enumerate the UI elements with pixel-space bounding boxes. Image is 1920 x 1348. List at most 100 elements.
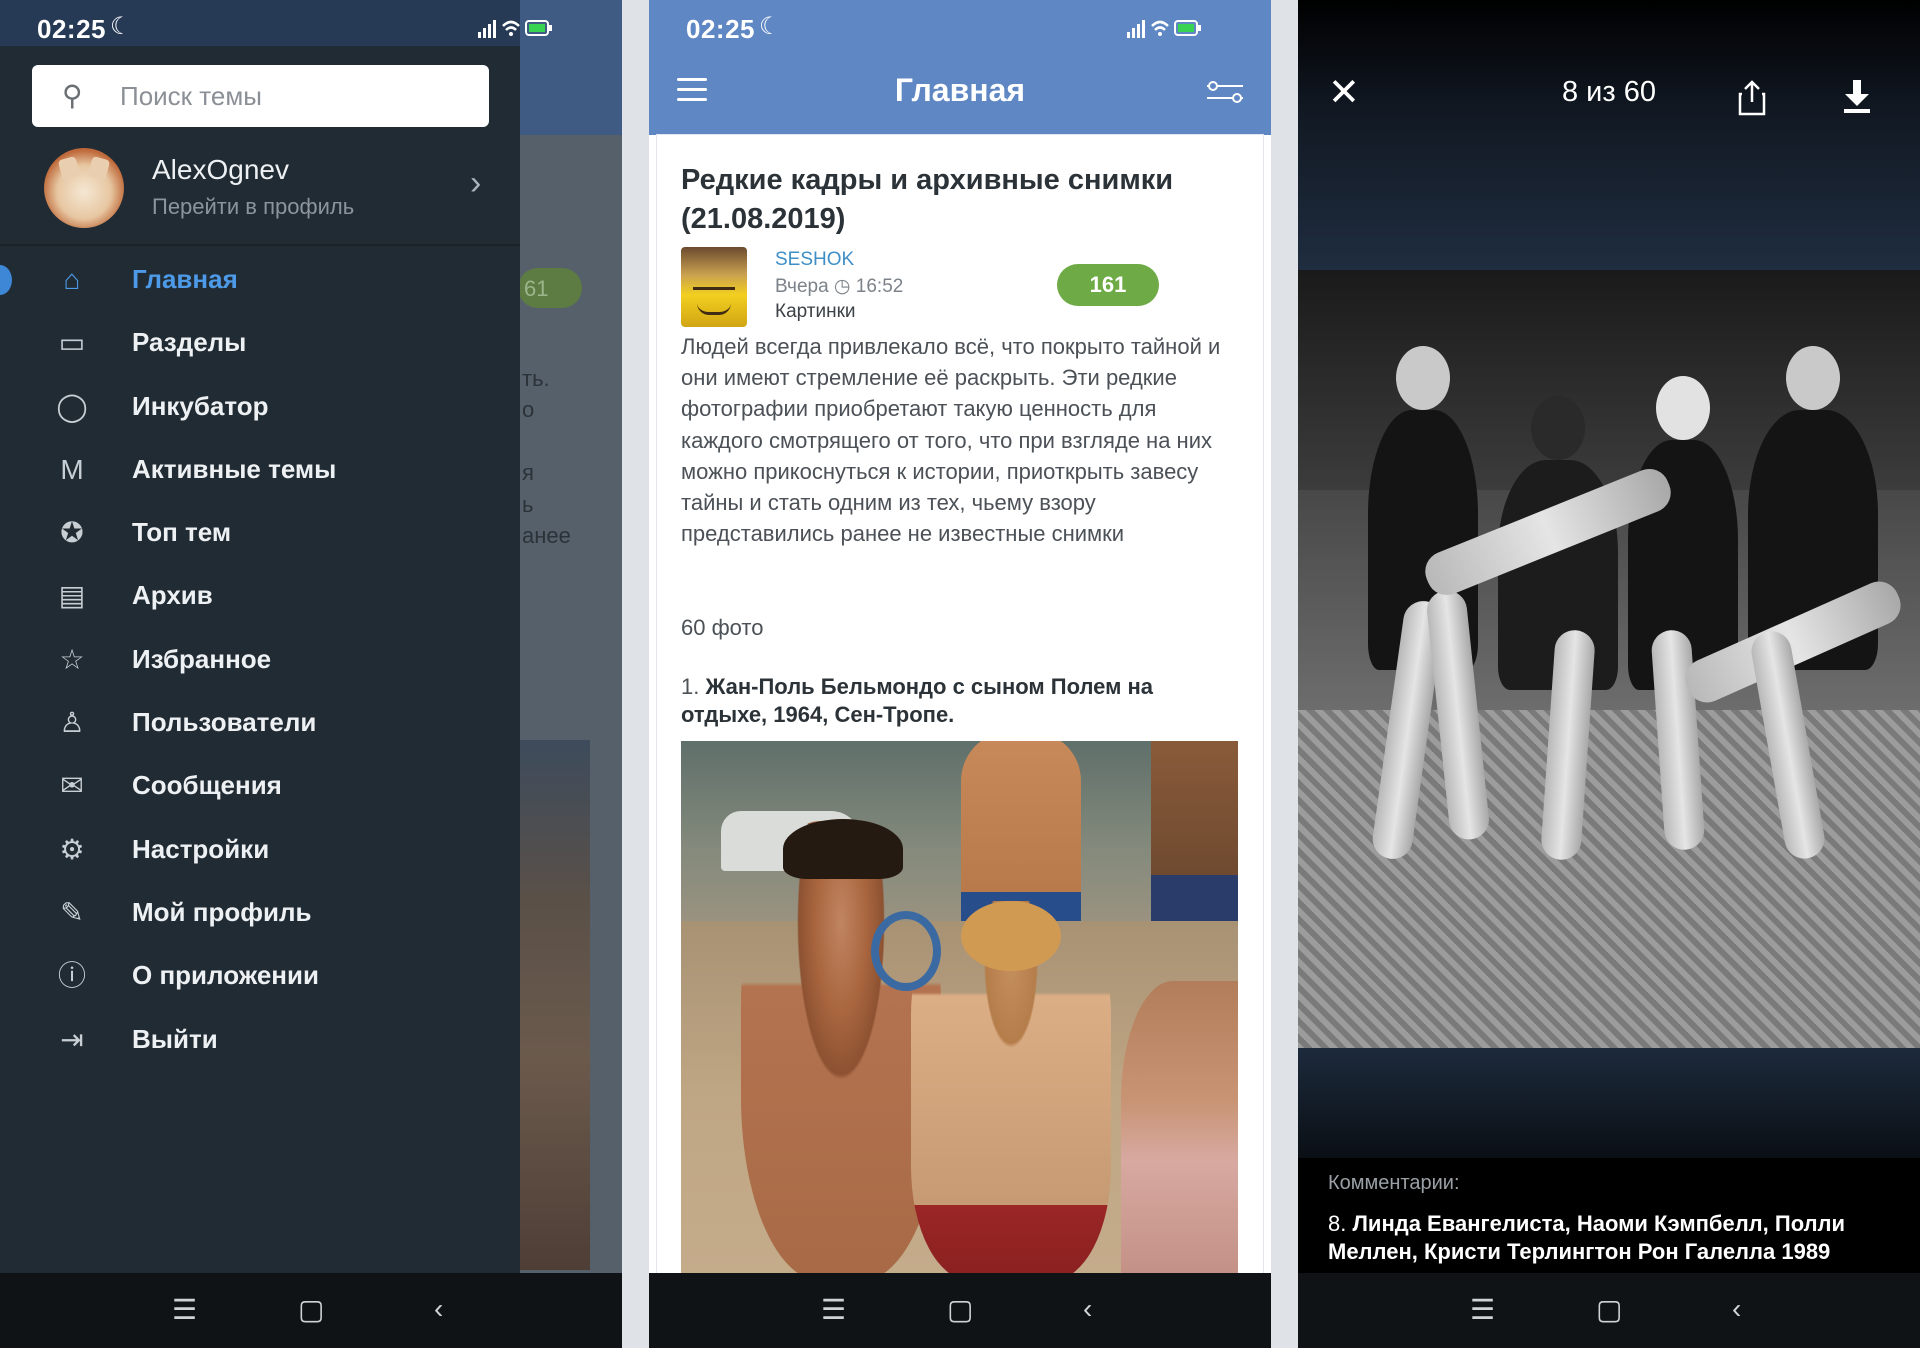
back-button[interactable]: ‹ [1732, 1293, 1741, 1325]
article-photo[interactable] [681, 741, 1238, 1273]
background-photo [520, 740, 590, 1270]
drawer-item-label: Главная [132, 264, 238, 294]
background-text: ь [522, 492, 534, 517]
system-nav-bar: ☰ ▢ ‹ [0, 1273, 622, 1348]
drawer-item-label: Пользователи [132, 707, 317, 738]
caption-text: Жан-Поль Бельмондо с сыном Полем на отды… [681, 674, 1154, 727]
download-icon[interactable] [1842, 78, 1872, 114]
status-time: 02:25 [37, 14, 106, 44]
background-text: о [522, 397, 535, 422]
drawer-item-label: Топ тем [132, 517, 232, 548]
back-button[interactable]: ‹ [434, 1293, 443, 1325]
user-icon: ♙ [59, 707, 85, 739]
share-icon[interactable] [1738, 80, 1766, 116]
profile-name: AlexOgnev [152, 154, 289, 185]
gear-icon: ⚙ [59, 833, 85, 865]
status-bar: 02:25 ☾ [649, 0, 1271, 56]
mail-icon: ✉ [60, 770, 84, 802]
drawer-item-10[interactable]: ✎ Мой профиль [0, 881, 520, 944]
drawer-item-3[interactable]: M Активные темы [0, 438, 520, 501]
page-title: Главная [894, 72, 1026, 108]
drawer-item-label: Инкубатор [132, 390, 269, 421]
drawer-item-1[interactable]: ▭ Разделы [0, 311, 520, 374]
info-icon: ⓘ [57, 960, 86, 992]
chevron-right-icon: › [470, 164, 482, 202]
status-bar: 02:25 ☾ [0, 0, 622, 56]
drawer-item-5[interactable]: ▤ Архив [0, 564, 520, 627]
caption-area: Комментарии: 8. Линда Евангелиста, Наоми… [1298, 1158, 1920, 1273]
drawer-item-label: Настройки [132, 833, 270, 864]
filter-icon[interactable] [1207, 80, 1243, 104]
caption-number: 1. [681, 674, 700, 699]
drawer-item-label: Выйти [132, 1023, 218, 1054]
article-screen: Главная Редкие кадры и архивные снимки (… [649, 0, 1271, 1348]
egg-icon: ◯ [56, 390, 88, 422]
caption-text: Линда Евангелиста, Наоми Кэмпбелл, Полли… [1328, 1211, 1846, 1264]
drawer-item-label: О приложении [132, 960, 319, 991]
background-text: анее [522, 523, 571, 548]
logout-icon: ⇥ [60, 1023, 84, 1055]
caption-number: 8. [1328, 1211, 1347, 1236]
status-time: 02:25 [686, 14, 755, 44]
viewer-photo[interactable] [1298, 270, 1920, 1050]
search-icon: ⚲ [62, 80, 83, 111]
photo-counter: 8 из 60 [1562, 76, 1656, 108]
drawer-item-7[interactable]: ♙ Пользователи [0, 691, 520, 754]
profile-row[interactable]: AlexOgnev Перейти в профиль › [0, 140, 520, 246]
background-comment-pill: 61 [518, 268, 582, 308]
photo-caption: 1. Жан-Поль Бельмондо с сыном Полем на о… [681, 673, 1241, 729]
star-icon: ☆ [59, 643, 85, 675]
drawer-item-label: Избранное [132, 643, 272, 674]
home-button[interactable]: ▢ [947, 1293, 973, 1326]
award-icon: ✪ [60, 517, 84, 549]
background-text: я [522, 460, 534, 485]
search-input[interactable]: ⚲ Поиск темы [32, 65, 489, 127]
folder-icon: ▭ [58, 327, 86, 359]
drawer-item-11[interactable]: ⓘ О приложении [0, 944, 520, 1007]
navigation-drawer: ⚲ Поиск темы AlexOgnev Перейти в профиль… [0, 0, 520, 1273]
home-icon: ⌂ [63, 264, 81, 295]
drawer-item-0[interactable]: ⌂ Главная [0, 248, 520, 311]
archive-icon: ▤ [58, 580, 86, 612]
article-body: Людей всегда привлекало всё, что покрыто… [681, 334, 1221, 547]
home-button[interactable]: ▢ [298, 1293, 324, 1326]
drawer-item-4[interactable]: ✪ Топ тем [0, 501, 520, 564]
comments-count-badge[interactable]: 161 [1057, 264, 1159, 306]
drawer-item-12[interactable]: ⇥ Выйти [0, 1008, 520, 1071]
drawer-item-label: Сообщения [132, 770, 282, 801]
author-name[interactable]: SESHOK [775, 249, 854, 271]
drawer-menu: ⌂ Главная ▭ Разделы ◯ Инкубатор M Активные темы… [0, 248, 520, 1071]
drawer-item-9[interactable]: ⚙ Настройки [0, 818, 520, 881]
author-avatar[interactable] [681, 247, 747, 327]
active-indicator [0, 265, 12, 295]
drawer-item-8[interactable]: ✉ Сообщения [0, 754, 520, 817]
home-button[interactable]: ▢ [1596, 1293, 1622, 1326]
article-title[interactable]: Редкие кадры и архивные снимки (21.08.20… [681, 161, 1241, 239]
pencil-icon: ✎ [60, 896, 84, 928]
article-card: Редкие кадры и архивные снимки (21.08.20… [657, 135, 1263, 1273]
avatar [44, 148, 124, 228]
system-nav-bar: ☰ ▢ ‹ [1298, 1273, 1920, 1348]
back-button[interactable]: ‹ [1083, 1293, 1092, 1325]
drawer-item-label: Мой профиль [132, 896, 312, 927]
photo-caption: 8. Линда Евангелиста, Наоми Кэмпбелл, По… [1328, 1210, 1898, 1266]
recents-button[interactable]: ☰ [172, 1293, 197, 1326]
recents-button[interactable]: ☰ [1470, 1293, 1495, 1326]
drawer-screen: 61 ть. о я ь анее ⚲ Поиск темы AlexOgnev… [0, 0, 622, 1348]
drawer-item-6[interactable]: ☆ Избранное [0, 628, 520, 691]
search-placeholder: Поиск темы [120, 81, 262, 111]
status-icons [1127, 20, 1201, 38]
system-nav-bar: ☰ ▢ ‹ [649, 1273, 1271, 1348]
background-text: ть. [522, 366, 550, 391]
profile-link: Перейти в профиль [152, 194, 355, 219]
recents-button[interactable]: ☰ [821, 1293, 846, 1326]
post-category[interactable]: Картинки [775, 301, 856, 323]
activity-icon: M [60, 453, 84, 485]
moon-icon: ☾ [759, 13, 781, 40]
photo-count: 60 фото [681, 615, 764, 640]
drawer-item-label: Разделы [132, 327, 247, 358]
status-icons [478, 20, 552, 38]
drawer-item-2[interactable]: ◯ Инкубатор [0, 375, 520, 438]
drawer-item-label: Архив [132, 580, 213, 611]
moon-icon: ☾ [110, 13, 132, 40]
